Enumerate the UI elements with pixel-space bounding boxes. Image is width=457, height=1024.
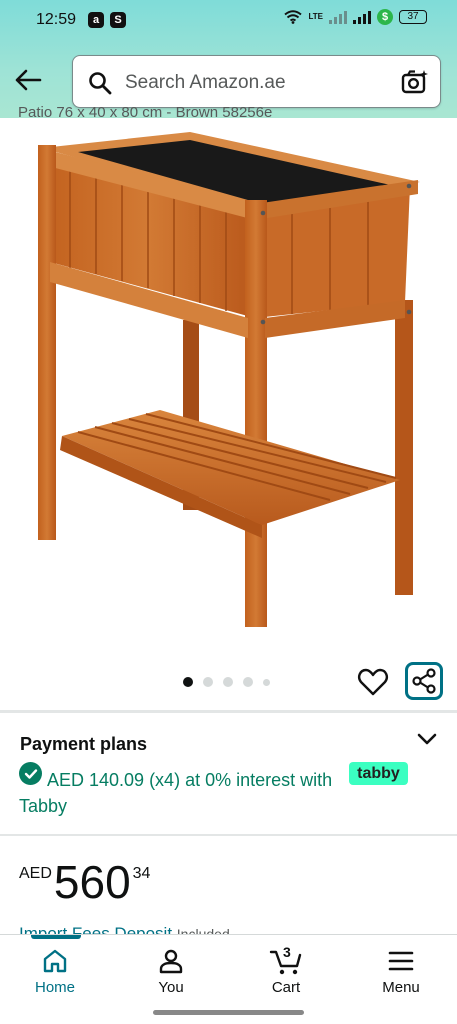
nav-home[interactable]: Home xyxy=(15,943,95,997)
cart-count-badge: 3 xyxy=(283,944,291,960)
status-time: 12:59 xyxy=(36,11,77,28)
lte-label: LTE xyxy=(308,12,323,21)
arrow-left-icon xyxy=(15,69,42,91)
carousel-dot[interactable] xyxy=(203,677,213,687)
wifi-icon xyxy=(284,10,303,24)
price: AED 560 34 xyxy=(19,856,150,908)
nav-label: Cart xyxy=(271,979,301,996)
carousel-indicator[interactable] xyxy=(183,677,270,687)
back-button[interactable] xyxy=(12,64,44,96)
watermark: dubizzle xyxy=(160,623,287,656)
bottom-nav: Home You 3 Cart Menu xyxy=(0,934,457,1004)
payment-plans-title: Payment plans xyxy=(20,734,148,754)
tabby-badge: tabby xyxy=(349,762,408,785)
notification-app-icon: S xyxy=(110,12,126,28)
status-icons: LTE $ 37 xyxy=(284,9,427,25)
menu-icon xyxy=(388,951,414,971)
share-button[interactable] xyxy=(405,662,443,700)
search-bar[interactable]: Search Amazon.ae xyxy=(72,55,441,108)
nav-label: You xyxy=(158,979,184,996)
nav-label: Menu xyxy=(382,979,420,996)
money-app-icon: $ xyxy=(377,9,393,25)
gesture-home-bar[interactable] xyxy=(153,1010,304,1015)
section-divider xyxy=(0,710,457,713)
nav-menu[interactable]: Menu xyxy=(361,943,441,997)
home-icon xyxy=(43,949,67,973)
share-icon xyxy=(412,668,436,694)
heart-icon xyxy=(358,668,388,696)
price-fraction: 34 xyxy=(132,865,151,882)
search-icon xyxy=(89,72,112,95)
price-currency: AED xyxy=(19,865,52,882)
price-whole: 560 xyxy=(53,856,131,908)
camera-search-icon[interactable] xyxy=(401,68,429,96)
expand-payment-button[interactable] xyxy=(416,731,438,752)
section-divider xyxy=(0,834,457,836)
carousel-dot[interactable] xyxy=(263,678,270,686)
chevron-down-icon xyxy=(417,733,437,745)
signal-icon xyxy=(329,10,347,24)
notification-app-icon: a xyxy=(88,12,104,28)
nav-you[interactable]: You xyxy=(131,943,211,997)
wishlist-button[interactable] xyxy=(357,666,389,698)
search-input[interactable]: Search Amazon.ae xyxy=(125,72,286,94)
person-icon xyxy=(159,949,183,974)
active-tab-indicator xyxy=(31,935,81,939)
top-bar: 12:59 a S LTE $ 37 Search Amazon.ae xyxy=(0,0,457,118)
carousel-dot[interactable] xyxy=(223,677,233,687)
carousel-dot[interactable] xyxy=(183,677,193,687)
signal-icon xyxy=(353,10,371,24)
nav-label: Home xyxy=(34,979,75,996)
battery-icon: 37 xyxy=(399,10,427,24)
nav-cart[interactable]: 3 Cart xyxy=(246,943,326,997)
planter-table-illustration xyxy=(38,132,420,627)
carousel-dot[interactable] xyxy=(243,677,253,687)
status-bar: 12:59 a S LTE $ 37 xyxy=(0,0,457,40)
installment-offer[interactable]: AED 140.09 (x4) at 0% interest with Tabb… xyxy=(19,767,339,819)
product-image[interactable]: dubizzle xyxy=(0,118,457,663)
